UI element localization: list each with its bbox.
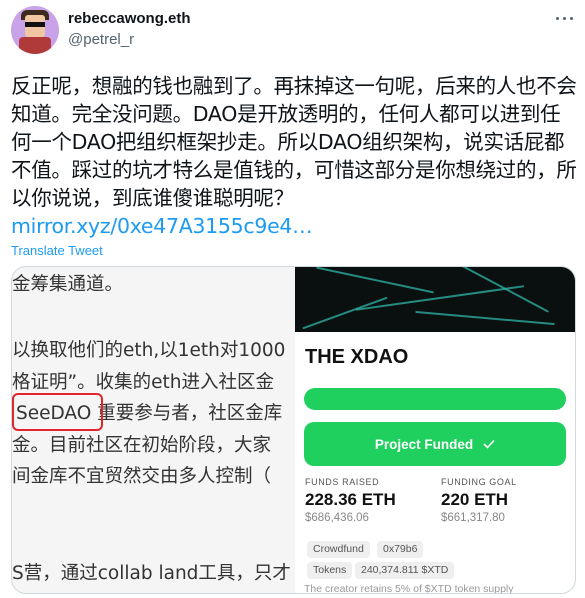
chip-crowdfund: Crowdfund [307,541,370,558]
tweet-link[interactable]: mirror.xyz/0xe47A3155c9e4… [11,214,313,238]
doc-line: 以换取他们的eth,以1eth对1000 [12,340,286,361]
doc-line: S营，通过collab land工具，只才 [12,563,291,584]
doc-line: 间金库不宜贸然交由多人控制（ [12,466,272,487]
tweet-media[interactable]: 金筹集通道。 以换取他们的eth,以1eth对1000 格证明”。收集的eth进… [11,266,576,594]
avatar-glasses [25,22,45,27]
document-screenshot: 金筹集通道。 以换取他们的eth,以1eth对1000 格证明”。收集的eth进… [12,267,312,593]
funding-goal-value: 220 ETH [441,490,509,509]
tweet-body: 反正呢，想融的钱也融到了。再抹掉这一句呢，后来的人也不会知道。完全没问题。DAO… [11,74,577,210]
funding-goal-label: FUNDING GOAL [441,477,517,487]
funds-raised-label: FUNDS RAISED [305,477,380,487]
avatar[interactable] [11,6,59,54]
chip-address: 0x79b6 [377,541,424,558]
chip-token-amount: 240,374.811 $XTD [355,562,455,579]
funding-progress-bar [304,388,566,410]
project-card: THE XDAO Project Funded FUNDS RAISED 228… [295,267,575,594]
tweet-header: rebeccawong.eth @petrel_r [0,0,585,60]
check-icon [483,439,495,449]
author-handle[interactable]: @petrel_r [68,31,134,48]
card-fine-print: The creator retains 5% of $XTD token sup… [304,583,514,594]
seedao-highlight-box [12,393,103,431]
author-display-name[interactable]: rebeccawong.eth [68,10,191,27]
translate-tweet-link[interactable]: Translate Tweet [11,243,103,258]
funding-goal-usd: $661,317.80 [441,512,505,524]
avatar-body [19,37,51,54]
project-funded-label: Project Funded [374,436,474,452]
chip-tokens: Tokens [307,562,353,579]
more-options-icon[interactable] [553,12,575,26]
funds-raised-usd: $686,436.06 [305,512,369,524]
funds-raised-value: 228.36 ETH [305,490,396,509]
project-funded-button[interactable]: Project Funded [304,422,566,466]
doc-line: 金。目前社区在初始阶段，大家 [12,435,272,456]
doc-line: 金筹集通道。 [12,274,124,295]
project-title: THE XDAO [305,346,409,368]
tweet-text: 反正呢，想融的钱也融到了。再抹掉这一句呢，后来的人也不会知道。完全没问题。DAO… [11,72,577,240]
card-banner [295,267,575,332]
